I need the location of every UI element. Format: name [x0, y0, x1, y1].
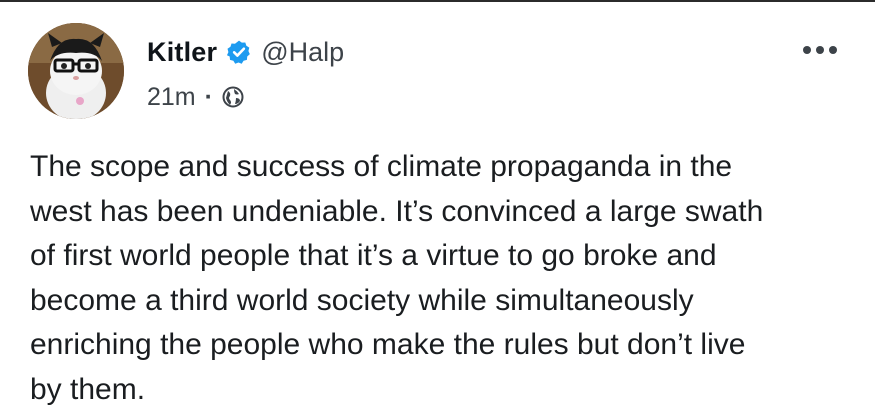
more-dot-3 — [829, 46, 837, 54]
tweet-header: Kitler @Halp — [147, 34, 344, 70]
globe-icon — [222, 86, 244, 108]
verified-badge-icon — [226, 39, 252, 65]
more-dot-2 — [816, 46, 824, 54]
avatar[interactable] — [28, 23, 124, 119]
tweet-text: The scope and success of climate propaga… — [30, 150, 764, 406]
user-handle[interactable]: @Halp — [261, 37, 344, 68]
tweet-card: Kitler @Halp 21m · The scope and success… — [0, 0, 875, 414]
avatar-image — [28, 23, 124, 119]
tweet-meta: 21m · — [147, 81, 244, 113]
more-options-icon[interactable] — [803, 38, 837, 62]
display-name[interactable]: Kitler — [147, 37, 217, 68]
timestamp[interactable]: 21m — [147, 83, 196, 112]
more-dot-1 — [803, 46, 811, 54]
meta-separator: · — [204, 82, 213, 111]
